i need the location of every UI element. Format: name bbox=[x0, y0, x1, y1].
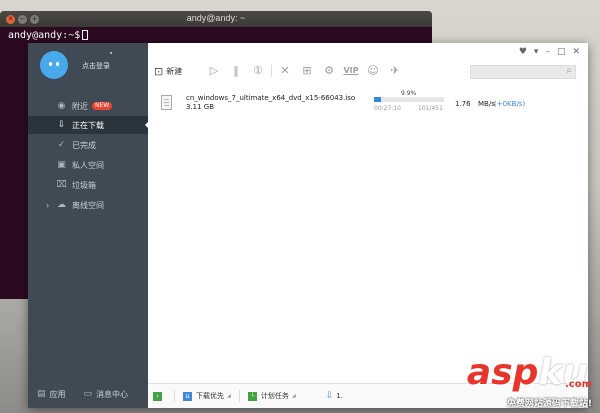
status-dot bbox=[110, 52, 112, 54]
status-divider bbox=[174, 390, 175, 402]
sidebar-item-offline[interactable]: › ☁ 离线空间 bbox=[28, 196, 148, 214]
file-icon bbox=[161, 95, 172, 110]
new-badge: NEW bbox=[92, 102, 113, 110]
maximize-icon[interactable]: □ bbox=[557, 47, 566, 57]
sidebar-item-label: 已完成 bbox=[72, 140, 96, 150]
watermark-subtitle: 免费网站源码下载站! bbox=[506, 399, 592, 409]
schedule-icon: └ bbox=[247, 391, 257, 401]
sidebar-item-label: 离线空间 bbox=[72, 200, 104, 210]
trash-icon: ⌧ bbox=[56, 180, 67, 190]
pause-icon[interactable]: ‖ bbox=[225, 64, 247, 77]
scheduled-task-button[interactable]: └ 计划任务 ◢ bbox=[247, 391, 296, 401]
delete-icon[interactable]: ✕ bbox=[274, 64, 296, 77]
message-center-button[interactable]: ▭ 消息中心 bbox=[84, 389, 129, 400]
upload-speed: (+0KB/s) bbox=[494, 100, 526, 108]
terminal-prompt: andy@andy:~$ bbox=[8, 30, 81, 41]
apps-button[interactable]: ▤ 应用 bbox=[37, 389, 66, 400]
message-center-label: 消息中心 bbox=[96, 389, 129, 399]
priority-icon: ⇊ bbox=[183, 391, 192, 401]
parts-count: 101/451 bbox=[418, 105, 443, 112]
settings-icon[interactable]: ⚙ bbox=[318, 64, 340, 77]
window-controls: ♥ ▾ – □ ✕ bbox=[512, 47, 580, 57]
bird-icon[interactable]: ✈ bbox=[384, 64, 406, 77]
avatar-eye-right bbox=[56, 62, 59, 66]
search-icon[interactable]: ⌕ bbox=[566, 65, 572, 76]
download-icon: ⇩ bbox=[57, 120, 66, 130]
sidebar-item-trash[interactable]: ⌧ 垃圾箱 bbox=[28, 176, 148, 194]
status-divider bbox=[238, 390, 240, 402]
watermark-asp: asp bbox=[466, 352, 539, 393]
login-link[interactable]: 点击登录 bbox=[82, 61, 110, 71]
toolbar: ♥ ▾ – □ ✕ ⊡ 新建 ▷ ‖ ① ✕ ⊞ ⚙ VIP ☺ ✈ ⌕ bbox=[148, 43, 588, 85]
download-speed-unit: MB/s bbox=[478, 100, 495, 108]
progress-bar bbox=[374, 97, 444, 102]
sidebar-item-label: 私人空间 bbox=[72, 160, 104, 170]
collapse-icon[interactable]: ‹ bbox=[153, 391, 162, 401]
skin-icon[interactable]: ♥ bbox=[519, 47, 527, 57]
search-input[interactable]: ⌕ bbox=[470, 65, 576, 79]
file-name: cn_windows_7_ultimate_x64_dvd_x15-66043.… bbox=[186, 94, 356, 102]
chevron-right-icon[interactable]: › bbox=[46, 201, 49, 210]
mascot-icon[interactable]: ☺ bbox=[362, 64, 384, 77]
download-row[interactable]: cn_windows_7_ultimate_x64_dvd_x15-66043.… bbox=[148, 90, 588, 117]
toolbar-divider bbox=[271, 64, 272, 77]
terminal-body[interactable]: andy@andy:~$ bbox=[0, 27, 432, 44]
watermark-domain: .com bbox=[564, 379, 592, 390]
sidebar-footer: ▤ 应用 ▭ 消息中心 bbox=[28, 380, 148, 408]
download-list: cn_windows_7_ultimate_x64_dvd_x15-66043.… bbox=[148, 85, 588, 383]
sidebar-item-private[interactable]: ▣ 私人空间 bbox=[28, 156, 148, 174]
grid-view-icon[interactable]: ⊞ bbox=[296, 64, 318, 77]
close-icon[interactable]: ✕ bbox=[572, 47, 580, 57]
download-speed-icon: ⇩ bbox=[325, 391, 334, 401]
sidebar-item-label: 附近 bbox=[72, 101, 88, 111]
message-icon: ▭ bbox=[83, 389, 93, 399]
priority-mode-button[interactable]: ⇊ 下载优先 ◢ bbox=[183, 391, 231, 401]
menu-icon[interactable]: ▾ bbox=[534, 47, 539, 57]
sidebar: 点击登录 ◉ 附近 NEW ⇩ 正在下载 ✓ 已完成 ▣ 私人空间 ⌧ 垃圾箱 … bbox=[28, 43, 149, 408]
vip-icon[interactable]: VIP bbox=[340, 66, 362, 75]
dropdown-icon: ◢ bbox=[291, 393, 296, 399]
start-icon[interactable]: ▷ bbox=[203, 64, 225, 77]
status-speed: 1. bbox=[336, 392, 343, 400]
sidebar-item-downloading[interactable]: ⇩ 正在下载 bbox=[28, 116, 149, 134]
file-size: 3.11 GB bbox=[186, 103, 215, 111]
apps-icon: ▤ bbox=[37, 389, 46, 399]
sidebar-item-completed[interactable]: ✓ 已完成 bbox=[28, 136, 148, 154]
toolbar-actions: ▷ ‖ ① ✕ ⊞ ⚙ VIP ☺ ✈ bbox=[203, 64, 406, 77]
new-task-icon: ⊡ bbox=[154, 65, 164, 78]
check-circle-icon: ✓ bbox=[57, 140, 66, 150]
sidebar-item-label: 正在下载 bbox=[72, 120, 104, 130]
location-pin-icon: ◉ bbox=[57, 101, 66, 111]
elapsed-time: 00:27:10 bbox=[374, 105, 401, 112]
new-task-button[interactable]: ⊡ 新建 bbox=[154, 65, 182, 78]
terminal-cursor bbox=[82, 30, 89, 40]
minimize-icon[interactable]: – bbox=[545, 47, 550, 57]
avatar[interactable] bbox=[40, 51, 68, 79]
dropdown-icon: ◢ bbox=[227, 393, 231, 399]
avatar-eye-left bbox=[49, 62, 52, 66]
priority-label: 下载优先 bbox=[196, 392, 224, 400]
new-task-label: 新建 bbox=[166, 67, 183, 76]
download-speed: 1.76 bbox=[455, 100, 471, 108]
terminal-title: andy@andy: ~ bbox=[186, 13, 246, 23]
apps-label: 应用 bbox=[49, 389, 66, 399]
schedule-label: 计划任务 bbox=[260, 392, 289, 400]
cloud-download-icon: ☁ bbox=[57, 200, 66, 210]
terminal-titlebar: ✕ − + andy@andy: ~ bbox=[0, 11, 432, 27]
speed-limit-icon[interactable]: ① bbox=[247, 64, 269, 77]
sidebar-item-label: 垃圾箱 bbox=[72, 180, 96, 190]
sidebar-item-nearby[interactable]: ◉ 附近 NEW bbox=[28, 97, 148, 115]
lock-icon: ▣ bbox=[57, 160, 66, 170]
progress-fill bbox=[374, 97, 381, 102]
progress-percent: 9.9% bbox=[401, 90, 417, 97]
